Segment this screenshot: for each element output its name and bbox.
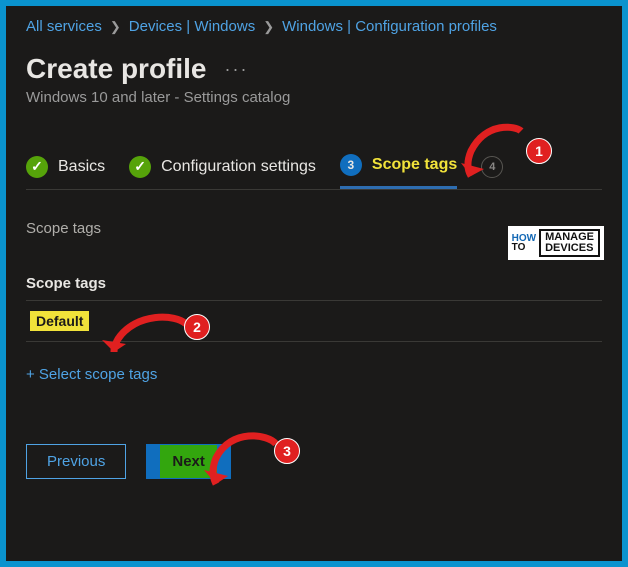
watermark-logo: HOW TO MANAGE DEVICES: [508, 226, 604, 260]
previous-button[interactable]: Previous: [26, 444, 126, 479]
watermark-text: DEVICES: [545, 243, 594, 254]
check-icon: [26, 156, 48, 178]
wizard-label-basics: Basics: [58, 158, 105, 176]
annotation-badge-1: 1: [526, 138, 552, 164]
check-icon: [129, 156, 151, 178]
wizard-steps: Basics Configuration settings 3 Scope ta…: [26, 154, 602, 190]
next-button[interactable]: Next: [146, 444, 231, 479]
wizard-step-scope-tags[interactable]: 3 Scope tags: [340, 154, 457, 189]
wizard-step-basics[interactable]: Basics: [26, 156, 105, 188]
chevron-right-icon: ❯: [110, 19, 121, 35]
next-button-label: Next: [160, 445, 217, 478]
select-scope-tags-link[interactable]: + Select scope tags: [26, 366, 157, 383]
breadcrumb: All services ❯ Devices | Windows ❯ Windo…: [26, 18, 602, 35]
table-row: Default: [26, 301, 602, 342]
step-number-icon: 4: [481, 156, 503, 178]
wizard-step-4: 4: [481, 156, 503, 188]
more-icon[interactable]: ···: [225, 59, 249, 80]
wizard-label-config: Configuration settings: [161, 158, 316, 176]
page-subtitle: Windows 10 and later - Settings catalog: [26, 89, 602, 106]
annotation-badge-3: 3: [274, 438, 300, 464]
watermark-text: TO: [512, 243, 536, 252]
scope-tag-chip[interactable]: Default: [30, 311, 89, 331]
breadcrumb-config-profiles[interactable]: Windows | Configuration profiles: [282, 18, 497, 35]
table-header-scope-tags: Scope tags: [26, 267, 602, 301]
chevron-right-icon: ❯: [263, 19, 274, 35]
breadcrumb-devices-windows[interactable]: Devices | Windows: [129, 18, 255, 35]
annotation-badge-2: 2: [184, 314, 210, 340]
breadcrumb-all-services[interactable]: All services: [26, 18, 102, 35]
step-number-icon: 3: [340, 154, 362, 176]
wizard-step-config[interactable]: Configuration settings: [129, 156, 316, 188]
page-title: Create profile: [26, 53, 207, 85]
wizard-label-scope-tags: Scope tags: [372, 156, 457, 174]
